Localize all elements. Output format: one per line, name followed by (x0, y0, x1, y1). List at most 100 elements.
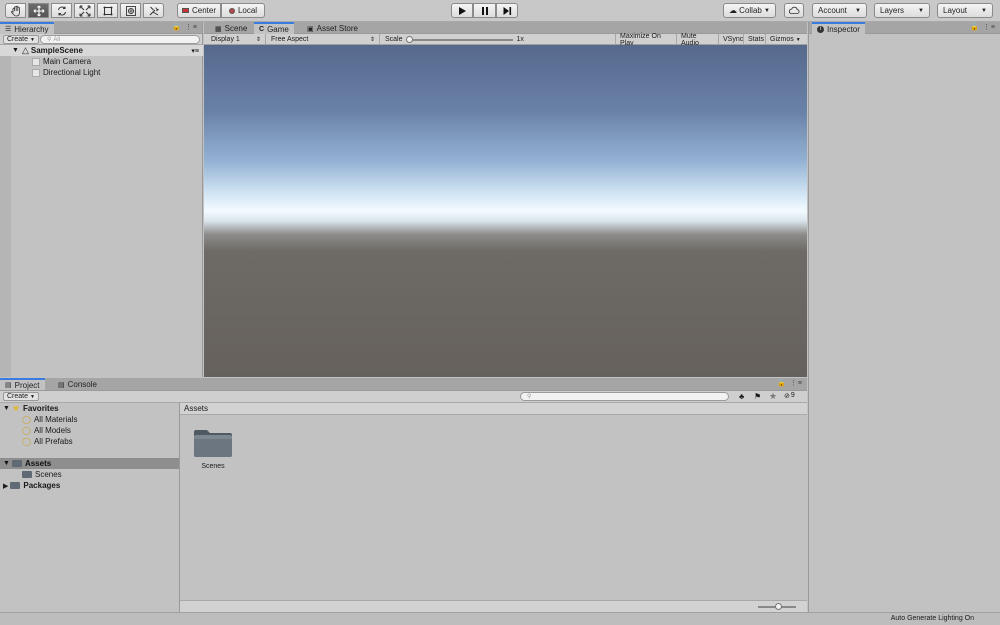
chevron-down-icon: ▼ (855, 7, 861, 14)
expand-arrow-icon[interactable]: ▼ (3, 460, 10, 467)
tab-scene[interactable]: ▦ Scene (210, 23, 252, 34)
filter-by-type-icon[interactable]: ♣ (739, 392, 744, 401)
list-item[interactable]: Main Camera (0, 56, 203, 67)
updown-arrow-icon: ⇕ (369, 37, 375, 43)
custom-tool-button[interactable] (143, 3, 164, 18)
aspect-dropdown[interactable]: Free Aspect ⇕ (267, 34, 380, 45)
panel-menu-icon[interactable]: 🔒 ⋮≡ (777, 379, 803, 387)
project-search-input[interactable]: ⚲ (520, 392, 729, 401)
play-button[interactable] (451, 3, 473, 18)
cloud-icon (788, 6, 800, 14)
folder-icon (11, 460, 22, 467)
collab-dropdown[interactable]: ☁ Collab ▼ (723, 3, 776, 18)
game-view-panel: ▦ Scene С Game ▣ Asset Store Display 1 ⇕ … (204, 22, 807, 377)
slider-thumb[interactable] (775, 603, 783, 610)
tools-icon (149, 6, 159, 15)
slider-thumb[interactable] (405, 35, 413, 43)
updown-arrow-icon: ⇕ (255, 37, 261, 43)
rotate-tool-button[interactable] (51, 3, 72, 18)
scale-control: Scale 1x (381, 34, 616, 45)
tab-project[interactable]: ▤ Project (0, 378, 45, 390)
maximize-on-play-toggle[interactable]: Maximize On Play (616, 33, 677, 47)
search-icon: ⚲ (47, 37, 52, 43)
pivot-center-button[interactable]: Center (177, 3, 221, 18)
main-toolbar: Center Local ☁ Collab ▼ Account ▼ Layers… (0, 0, 1000, 22)
list-item[interactable]: ◯ All Models (0, 425, 179, 436)
create-button[interactable]: Create ▼ (3, 392, 39, 401)
chevron-down-icon: ▼ (981, 7, 987, 14)
rotate-icon (57, 6, 66, 15)
search-favorite-icon: ◯ (22, 426, 31, 435)
scale-tool-button[interactable] (74, 3, 95, 18)
project-panel: ▤ Project ▤ Console 🔒 ⋮≡ Create ▼ ⚲ ♣ ⚑ … (0, 378, 807, 612)
game-render-viewport[interactable] (204, 45, 807, 377)
grid-icon: ▦ (215, 25, 222, 33)
expand-arrow-icon[interactable]: ▼ (3, 405, 10, 412)
display-dropdown[interactable]: Display 1 ⇕ (204, 34, 266, 45)
pivot-local-button[interactable]: Local (221, 3, 265, 18)
hidden-packages-toggle[interactable]: ⊘ 9 (784, 392, 795, 400)
breadcrumb-assets[interactable]: Assets (184, 404, 208, 413)
pause-button[interactable] (473, 3, 496, 18)
favorites-row[interactable]: ▼ ★ Favorites (0, 403, 179, 414)
transform-tool-button[interactable] (120, 3, 141, 18)
scene-row[interactable]: ▼ △ SampleScene ▾≡ (0, 45, 203, 56)
tab-inspector[interactable]: i Inspector (812, 22, 865, 34)
collab-icon: ☁ (729, 6, 737, 15)
gizmos-dropdown[interactable]: Gizmos ▼ (766, 34, 807, 45)
list-item[interactable]: ◯ All Materials (0, 414, 179, 425)
tab-game[interactable]: С Game (254, 22, 294, 34)
inspector-panel: i Inspector 🔒 ⋮≡ (808, 22, 1000, 612)
scenes-folder-row[interactable]: Scenes (0, 469, 179, 480)
breadcrumb: Assets (180, 403, 807, 415)
stats-toggle[interactable]: Stats (744, 34, 766, 45)
pause-icon (481, 6, 488, 15)
folder-icon (194, 430, 232, 457)
gameobject-cube-icon (32, 57, 40, 66)
store-icon: ▣ (307, 25, 314, 33)
packages-folder-row[interactable]: ▶ Packages (0, 480, 179, 491)
pacman-icon: С (259, 25, 265, 33)
collapse-arrow-icon[interactable]: ▶ (3, 482, 8, 490)
step-icon (503, 6, 512, 15)
rect-icon (103, 6, 112, 15)
center-tabstrip: ▦ Scene С Game ▣ Asset Store (204, 22, 807, 34)
local-rotation-icon (228, 7, 235, 14)
list-item[interactable]: ◯ All Prefabs (0, 436, 179, 447)
rect-tool-button[interactable] (97, 3, 118, 18)
game-view-toolbar: Display 1 ⇕ Free Aspect ⇕ Scale 1x Maximiz… (204, 33, 807, 47)
search-favorite-icon: ◯ (22, 415, 31, 424)
asset-folder-scenes[interactable] (193, 428, 233, 458)
icon-size-slider[interactable] (758, 603, 796, 610)
step-button[interactable] (496, 3, 518, 18)
expand-arrow-icon[interactable]: ▼ (12, 47, 19, 54)
transform-icon (125, 5, 136, 16)
list-icon: ☰ (5, 26, 12, 33)
account-dropdown[interactable]: Account ▼ (812, 3, 867, 18)
layers-dropdown[interactable]: Layers ▼ (874, 3, 930, 18)
mute-audio-toggle[interactable]: Mute Audio (677, 33, 719, 47)
scene-menu-icon[interactable]: ▾≡ (191, 47, 199, 55)
chevron-down-icon: ▼ (30, 36, 35, 43)
cloud-button[interactable] (784, 3, 804, 18)
info-icon: i (817, 25, 824, 33)
layout-dropdown[interactable]: Layout ▼ (937, 3, 993, 18)
list-item[interactable]: Directional Light (0, 67, 203, 78)
folder-icon: ▤ (5, 382, 12, 389)
tab-asset-store[interactable]: ▣ Asset Store (302, 23, 363, 34)
panel-menu-icon[interactable]: 🔒 ⋮≡ (172, 23, 198, 31)
move-tool-button[interactable] (28, 3, 49, 18)
hierarchy-search-input[interactable]: ⚲ All (40, 35, 200, 44)
favorite-star-icon[interactable]: ★ (769, 391, 777, 402)
scale-slider[interactable] (405, 35, 513, 43)
tab-console[interactable]: ▤ Console (53, 379, 102, 390)
create-button[interactable]: Create ▼ (3, 35, 39, 44)
asset-folder-label: Scenes (201, 463, 225, 470)
assets-folder-row[interactable]: ▼ Assets (0, 458, 179, 469)
filter-by-label-icon[interactable]: ⚑ (754, 392, 761, 401)
panel-menu-icon[interactable]: 🔒 ⋮≡ (970, 23, 996, 31)
hand-tool-button[interactable] (5, 3, 26, 18)
tab-hierarchy[interactable]: ☰ Hierarchy (0, 22, 54, 34)
vsync-toggle[interactable]: VSync (719, 34, 744, 45)
eye-slash-icon: ⊘ (784, 393, 790, 400)
